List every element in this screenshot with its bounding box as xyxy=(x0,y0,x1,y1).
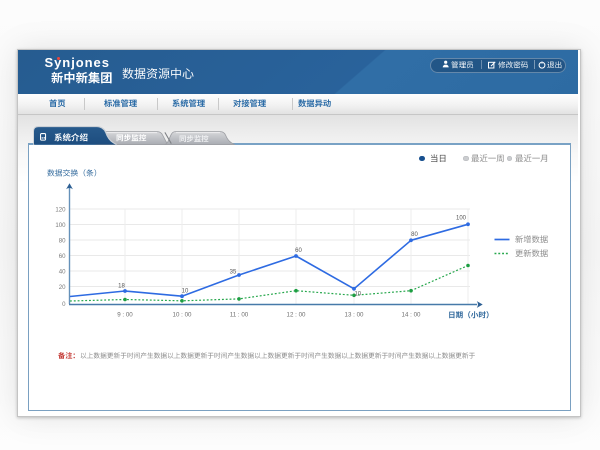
svg-text:100: 100 xyxy=(456,216,467,222)
svg-text:35: 35 xyxy=(230,269,237,275)
svg-text:13 : 00: 13 : 00 xyxy=(345,312,364,319)
svg-text:10: 10 xyxy=(354,292,361,298)
svg-text:9 : 00: 9 : 00 xyxy=(117,312,133,319)
svg-text:100: 100 xyxy=(55,222,66,229)
svg-text:10: 10 xyxy=(182,289,189,295)
svg-text:12 : 00: 12 : 00 xyxy=(287,312,306,319)
svg-text:60: 60 xyxy=(295,248,302,254)
svg-text:10 : 00: 10 : 00 xyxy=(173,312,192,319)
svg-text:20: 20 xyxy=(59,284,66,291)
svg-text:0: 0 xyxy=(62,301,66,308)
svg-text:14 : 00: 14 : 00 xyxy=(402,312,421,319)
svg-text:80: 80 xyxy=(411,232,418,238)
svg-text:120: 120 xyxy=(55,206,66,213)
svg-text:18: 18 xyxy=(118,283,125,289)
svg-text:60: 60 xyxy=(59,253,66,260)
svg-text:40: 40 xyxy=(59,268,66,275)
svg-text:80: 80 xyxy=(59,237,66,244)
svg-text:11 : 00: 11 : 00 xyxy=(230,312,249,319)
